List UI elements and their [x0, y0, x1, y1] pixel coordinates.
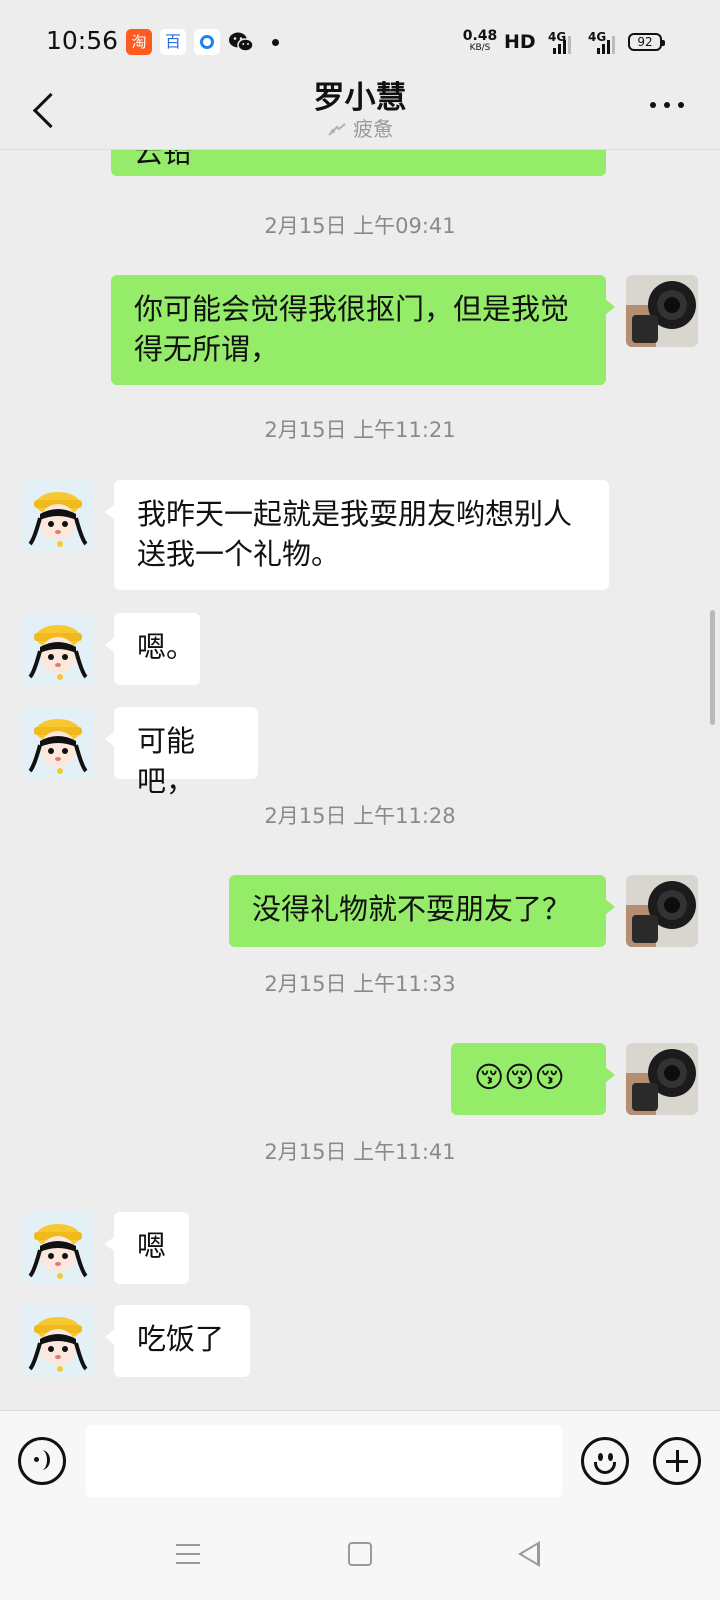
contact-avatar[interactable] [22, 480, 94, 552]
chat-title: 罗小慧 [313, 80, 407, 116]
my-avatar[interactable] [626, 875, 698, 947]
contact-status-text: 疲惫 [353, 117, 394, 141]
timestamp: 2月15日 上午09:41 [264, 214, 456, 238]
timestamp: 2月15日 上午11:41 [264, 1140, 456, 1164]
browser-app-icon [194, 29, 220, 55]
message-bubble-outgoing[interactable]: 云铅 [111, 150, 606, 176]
signal-bars-1-icon [553, 34, 573, 54]
contact-status: 疲惫 [0, 113, 720, 142]
message-bubble-outgoing[interactable]: 你可能会觉得我很抠门，但是我觉得无所谓， [111, 275, 615, 385]
message-text: 吃饭了 [137, 1322, 225, 1356]
message-text: 我昨天一起就是我耍朋友哟想别人送我一个礼物。 [137, 497, 573, 571]
message-bubble-incoming[interactable]: 吃饭了 [105, 1305, 250, 1377]
wechat-app-icon [228, 29, 254, 55]
message-text: 云铅 [134, 150, 193, 169]
timestamp: 2月15日 上午11:21 [264, 418, 456, 442]
message-bubble-incoming[interactable]: 可能吧， [105, 707, 258, 798]
message-input[interactable] [86, 1425, 562, 1497]
message-bubble-outgoing[interactable]: 没得礼物就不耍朋友了？ [229, 875, 615, 947]
contact-avatar[interactable] [22, 613, 94, 685]
contact-avatar[interactable] [22, 1212, 94, 1284]
message-bubble-incoming[interactable]: 嗯。 [105, 613, 200, 685]
contact-avatar[interactable] [22, 1305, 94, 1377]
message-text: 你可能会觉得我很抠门，但是我觉得无所谓， [134, 292, 570, 366]
status-icon [328, 123, 346, 136]
timestamp: 2月15日 上午11:28 [264, 804, 456, 828]
message-bubble-incoming[interactable]: 嗯 [105, 1212, 189, 1284]
message-bubble-incoming[interactable]: 我昨天一起就是我耍朋友哟想别人送我一个礼物。 [105, 480, 609, 590]
hd-voice-icon: HD [504, 31, 536, 53]
message-emoji: 😚😚😚 [474, 1060, 565, 1094]
message-text: 没得礼物就不耍朋友了？ [252, 892, 572, 926]
baidu-app-icon: 百 [160, 29, 186, 55]
message-bubble-outgoing[interactable]: 😚😚😚 [451, 1043, 615, 1115]
message-list[interactable]: 云铅 2月15日 上午09:41 你可能会觉得我很抠门，但是我觉得无所谓， 2月… [0, 150, 720, 1410]
home-icon[interactable] [348, 1542, 372, 1566]
voice-input-icon[interactable] [18, 1437, 66, 1485]
contact-avatar[interactable] [22, 707, 94, 779]
message-text: 可能吧， [137, 724, 196, 798]
input-bar [0, 1410, 720, 1510]
status-time: 10:56 [46, 26, 119, 55]
emoji-icon[interactable] [581, 1437, 629, 1485]
more-plus-icon[interactable] [653, 1437, 701, 1485]
message-text: 嗯 [137, 1229, 167, 1263]
network-speed: 0.48 KB/S [462, 28, 498, 53]
signal-bars-2-icon [597, 34, 617, 54]
my-avatar[interactable] [626, 275, 698, 347]
chat-header: 罗小慧 疲惫 [0, 80, 720, 150]
message-text: 嗯。 [137, 630, 196, 664]
system-nav-bar [0, 1510, 720, 1600]
battery-icon: 92 [628, 33, 665, 51]
my-avatar[interactable] [626, 1043, 698, 1115]
scrollbar[interactable] [710, 610, 715, 725]
taobao-app-icon: 淘 [126, 29, 152, 55]
timestamp: 2月15日 上午11:33 [264, 972, 456, 996]
more-options-icon[interactable] [650, 102, 690, 110]
notification-dot-icon [272, 39, 279, 46]
recent-apps-icon[interactable] [176, 1544, 200, 1564]
back-triangle-icon[interactable] [518, 1541, 540, 1567]
